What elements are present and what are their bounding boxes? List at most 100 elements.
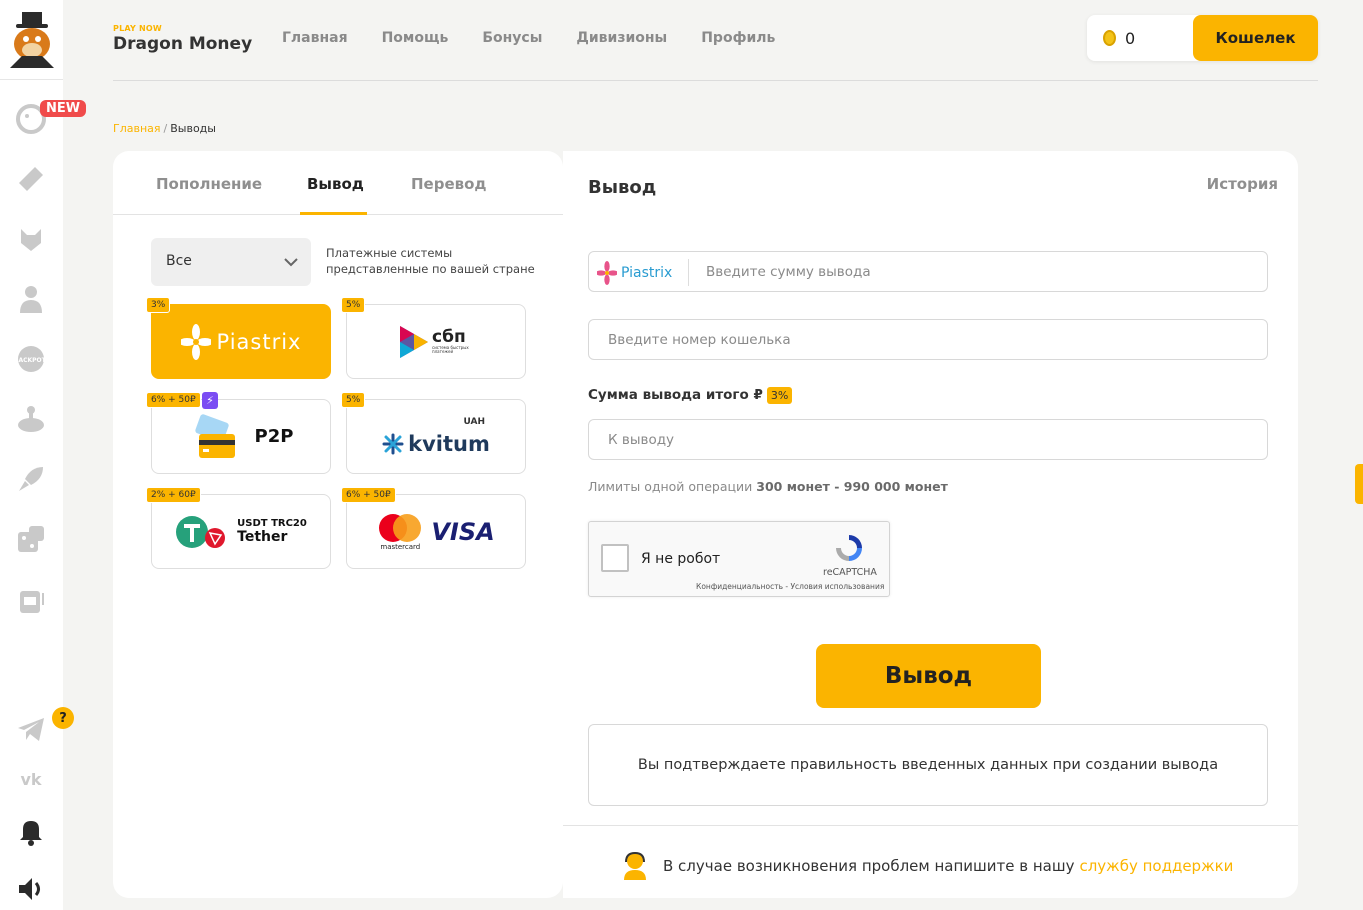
- breadcrumb-current: Выводы: [170, 122, 216, 135]
- dragon-logo-icon: [9, 11, 54, 68]
- nav-profile[interactable]: Профиль: [701, 30, 775, 46]
- recaptcha-widget: Я не робот reCAPTCHA Конфиденциальность …: [588, 521, 890, 597]
- kvitum-logo: kvitum: [347, 400, 525, 473]
- balance-widget: 0 Кошелек: [1087, 15, 1318, 61]
- sbp-subtitle: система быстрых платежей: [432, 345, 469, 354]
- tether-logo: USDT TRC20 Tether: [152, 495, 330, 568]
- form-title: Вывод: [588, 177, 657, 198]
- method-sbp[interactable]: 5% сбп система быстрых платежей: [341, 297, 526, 379]
- tab-deposit[interactable]: Пополнение: [156, 175, 262, 193]
- method-p2p[interactable]: 6% + 50₽ ⚡ P2P: [146, 392, 331, 474]
- support-divider: [563, 825, 1298, 826]
- support-text: В случае возникновения проблем напишите …: [663, 857, 1075, 875]
- agent-icon[interactable]: [14, 282, 48, 316]
- sidebar: NEW JACKPOT ? vk: [0, 0, 87, 910]
- recaptcha-links[interactable]: Конфиденциальность - Условия использован…: [696, 582, 884, 591]
- svg-text:vk: vk: [20, 770, 41, 789]
- piastrix-logo: Piastrix: [152, 305, 330, 378]
- svg-text:JACKPOT: JACKPOT: [15, 357, 46, 364]
- tether-subtitle: USDT TRC20: [237, 517, 307, 529]
- tab-withdraw[interactable]: Вывод: [307, 175, 364, 193]
- tether-name: Tether: [237, 529, 288, 546]
- tether-tron-icon: [176, 515, 226, 548]
- sound-icon[interactable]: [14, 872, 48, 906]
- card-icon: [194, 413, 235, 458]
- recaptcha-icon: [836, 535, 862, 561]
- result-amount-input[interactable]: [589, 420, 1267, 459]
- visa-mastercard-logo: mastercard VISA: [347, 495, 525, 568]
- jackpot-icon[interactable]: JACKPOT: [14, 342, 48, 376]
- amount-field-wrapper: Piastrix: [588, 251, 1268, 292]
- kvitum-name: kvitum: [408, 431, 490, 456]
- support-link[interactable]: службу поддержки: [1079, 857, 1233, 875]
- nav-bonuses[interactable]: Бонусы: [482, 30, 542, 46]
- slot-machine-icon[interactable]: [14, 582, 48, 616]
- visa-name: VISA: [431, 517, 495, 546]
- total-label: Сумма вывода итого ₽: [588, 387, 763, 403]
- withdraw-submit-button[interactable]: Вывод: [816, 644, 1041, 708]
- brand[interactable]: PLAY NOW Dragon Money: [113, 24, 252, 54]
- payment-methods-panel: Пополнение Вывод Перевод Все Платежные с…: [113, 151, 563, 898]
- mastercard-label: mastercard: [380, 542, 421, 551]
- total-label-row: Сумма вывода итого ₽3%: [588, 387, 793, 404]
- breadcrumb-separator: /: [163, 122, 168, 135]
- p2p-name: P2P: [254, 426, 294, 447]
- brand-name: Dragon Money: [113, 34, 253, 54]
- limits-text: Лимиты одной операции 300 монет - 990 00…: [588, 479, 948, 494]
- brand-tagline: PLAY NOW: [113, 24, 162, 33]
- nav-home[interactable]: Главная: [282, 30, 348, 46]
- telegram-icon[interactable]: [14, 712, 48, 746]
- wallet-button[interactable]: Кошелек: [1193, 15, 1318, 61]
- sbp-triangle-icon: [400, 325, 428, 358]
- sbp-logo: сбп система быстрых платежей: [347, 305, 525, 378]
- select-value: Все: [166, 253, 192, 269]
- sbp-name: сбп: [432, 327, 466, 347]
- wallet-number-input[interactable]: [589, 320, 1267, 359]
- limits-value: 300 монет - 990 000 монет: [756, 479, 948, 494]
- nav-divisions[interactable]: Дивизионы: [576, 30, 667, 46]
- amount-input[interactable]: [589, 252, 1267, 291]
- dice-icon[interactable]: [14, 522, 48, 556]
- recaptcha-brand: reCAPTCHA: [823, 567, 877, 578]
- recaptcha-checkbox[interactable]: [601, 544, 629, 572]
- total-fee-badge: 3%: [766, 387, 793, 404]
- method-piastrix[interactable]: 3% Piastrix: [146, 297, 331, 379]
- logo[interactable]: [0, 0, 63, 80]
- method-tether[interactable]: 2% + 60₽ USDT TRC20 Tether: [146, 487, 331, 569]
- wallet-field-wrapper: [588, 319, 1268, 360]
- rocket-icon[interactable]: [14, 462, 48, 496]
- beast-icon[interactable]: [14, 222, 48, 256]
- side-drawer-tab[interactable]: [1355, 464, 1363, 504]
- tab-transfer[interactable]: Перевод: [411, 175, 487, 193]
- active-tab-indicator: [300, 212, 367, 215]
- breadcrumb-home[interactable]: Главная: [113, 122, 161, 135]
- kvitum-star-icon: [382, 433, 404, 454]
- header-divider: [113, 80, 1318, 81]
- result-field-wrapper: [588, 419, 1268, 460]
- confirm-notice: Вы подтверждаете правильность введенных …: [588, 724, 1268, 806]
- limits-prefix: Лимиты одной операции: [588, 479, 753, 494]
- main-nav: Главная Помощь Бонусы Дивизионы Профиль: [282, 30, 775, 46]
- withdraw-form-panel: Вывод История Piastrix Сумма вывода итог…: [563, 151, 1298, 898]
- p2p-logo: P2P: [152, 400, 330, 473]
- bell-icon[interactable]: [14, 814, 48, 848]
- tabs: Пополнение Вывод Перевод: [113, 151, 563, 215]
- nav-help[interactable]: Помощь: [382, 30, 449, 46]
- recaptcha-label: Я не робот: [641, 551, 721, 567]
- method-visa-mastercard[interactable]: 6% + 50₽ mastercard VISA: [341, 487, 526, 569]
- vk-icon[interactable]: vk: [14, 762, 48, 796]
- method-kvitum[interactable]: 5% UAH kvitum: [341, 392, 526, 474]
- piastrix-name: Piastrix: [216, 329, 302, 354]
- joystick-icon[interactable]: [14, 402, 48, 436]
- balance-value: 0: [1125, 29, 1136, 48]
- ticket-icon[interactable]: [14, 162, 48, 196]
- country-filter-select[interactable]: Все: [151, 238, 311, 286]
- chevron-down-icon: [284, 258, 298, 267]
- help-badge[interactable]: ?: [52, 707, 74, 729]
- coin-icon: [1103, 30, 1116, 46]
- history-link[interactable]: История: [1207, 175, 1278, 193]
- support-row: В случае возникновения проблем напишите …: [621, 851, 1233, 881]
- support-agent-icon: [624, 851, 646, 880]
- breadcrumb: Главная / Выводы: [113, 122, 216, 135]
- new-badge: NEW: [40, 100, 87, 117]
